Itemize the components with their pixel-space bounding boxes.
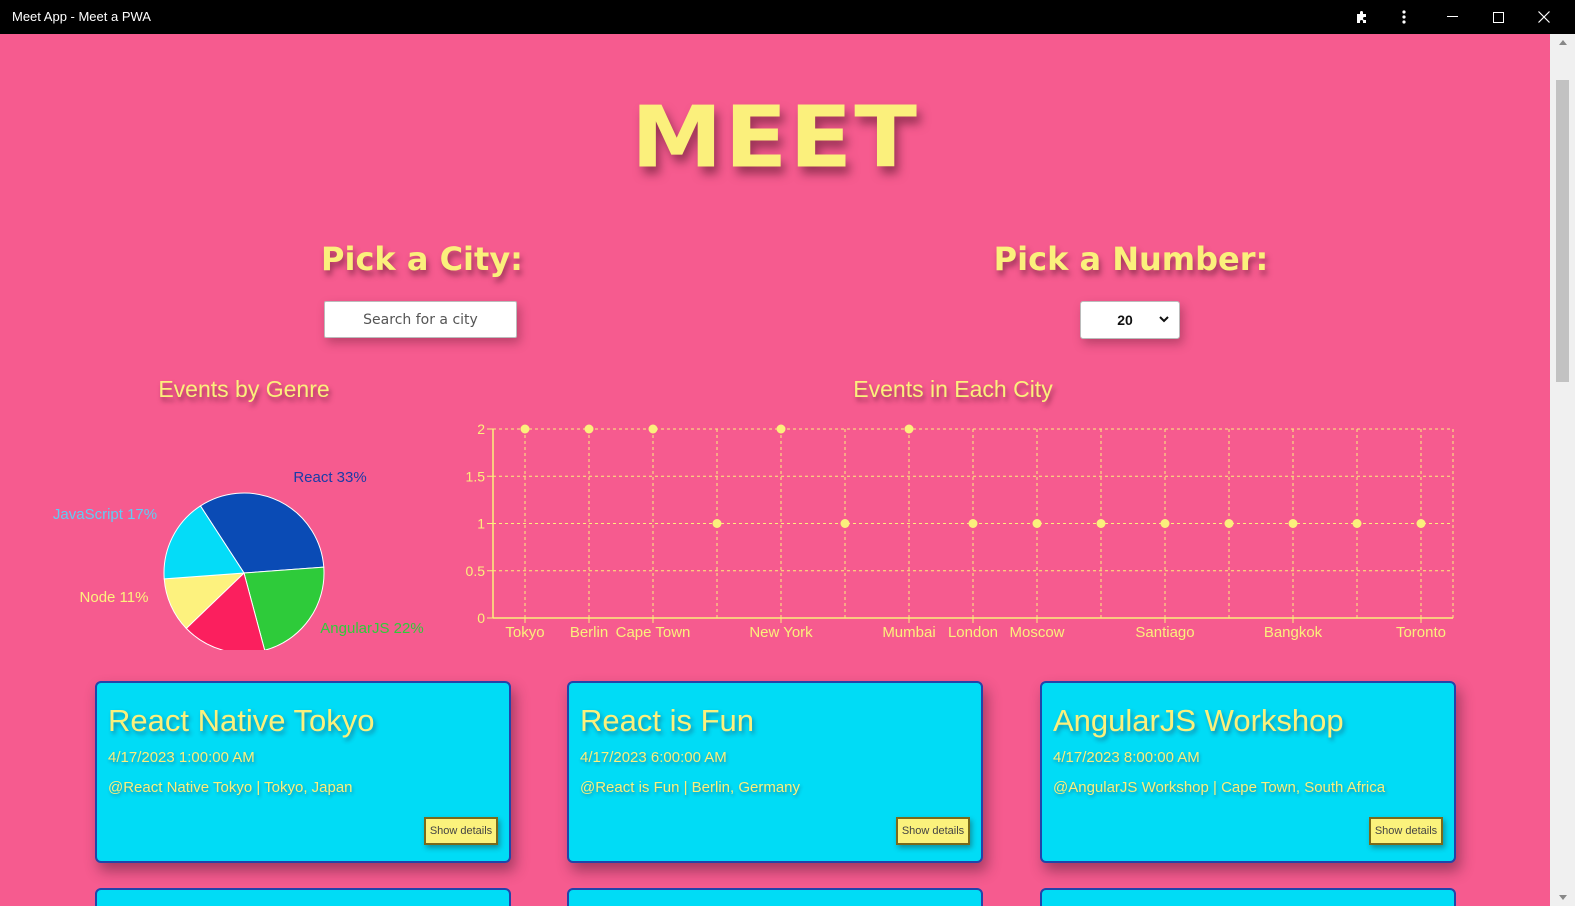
kebab-menu-icon[interactable] — [1382, 0, 1426, 34]
pie-label-angularjs: AngularJS 22% — [320, 620, 423, 637]
genre-chart-title: Events by Genre — [158, 376, 330, 402]
scatter-point — [1288, 519, 1298, 528]
scatter-point — [776, 424, 786, 434]
event-title: React Native Tokyo — [108, 703, 375, 738]
y-tick-label: 1 — [477, 516, 485, 532]
scatter-point — [1096, 519, 1106, 528]
event-date: 4/17/2023 1:00:00 AM — [108, 749, 255, 766]
city-search-input[interactable] — [324, 301, 517, 338]
show-details-button[interactable]: Show details — [1369, 817, 1443, 845]
pie-label-react: React 33% — [293, 469, 366, 486]
pie-label-javascript: JavaScript 17% — [53, 506, 157, 523]
minimize-icon[interactable] — [1430, 0, 1474, 34]
y-tick-label: 2 — [477, 421, 485, 437]
city-chart-title: Events in Each City — [853, 376, 1053, 402]
scatter-point — [520, 424, 530, 434]
scatter-point — [904, 424, 914, 434]
x-tick-label: London — [948, 624, 998, 641]
scatter-point — [840, 519, 850, 528]
x-tick-label: Toronto — [1396, 624, 1446, 641]
show-details-button[interactable]: Show details — [424, 817, 498, 845]
scatter-point — [1224, 519, 1234, 528]
x-tick-label: Bangkok — [1264, 624, 1323, 641]
x-tick-label: New York — [749, 624, 813, 641]
maximize-icon[interactable] — [1476, 0, 1520, 34]
x-tick-label: Mumbai — [882, 624, 935, 641]
scatter-point — [584, 424, 594, 434]
city-scatter-chart: 0 0.5 1 1.5 2 Tokyo Berlin Cape Town New York Mum… — [466, 421, 1454, 641]
event-title: React is Fun — [580, 703, 755, 738]
close-icon[interactable] — [1522, 0, 1566, 34]
event-card: React Native Tokyo 4/17/2023 1:00:00 AM … — [95, 681, 511, 863]
event-location: @AngularJS Workshop | Cape Town, South A… — [1053, 779, 1386, 796]
y-tick-label: 0 — [477, 610, 485, 626]
x-tick-label: Santiago — [1135, 624, 1194, 641]
scatter-point — [968, 519, 978, 528]
genre-pie-chart: React 33%AngularJS 22%jQuery 17%Node 11%… — [53, 469, 424, 650]
scrollbar-thumb[interactable] — [1556, 80, 1569, 382]
event-title: AngularJS Workshop — [1053, 703, 1344, 738]
x-tick-label: Cape Town — [616, 624, 691, 641]
event-date: 4/17/2023 6:00:00 AM — [580, 749, 727, 766]
app-logo: MEET — [631, 88, 919, 187]
x-tick-label: Moscow — [1009, 624, 1064, 641]
event-count-select[interactable]: 20 — [1080, 301, 1180, 339]
scatter-point — [712, 519, 722, 528]
city-picker-heading: Pick a City: — [321, 240, 523, 278]
app-content: MEET Pick a City: Pick a Number: 20 Even… — [0, 34, 1550, 906]
scatter-point — [1352, 519, 1362, 528]
window-titlebar: Meet App - Meet a PWA — [0, 0, 1575, 34]
puzzle-icon[interactable] — [1340, 0, 1384, 34]
scatter-point — [1032, 519, 1042, 528]
event-card-partial — [1040, 888, 1456, 906]
y-tick-label: 0.5 — [466, 563, 486, 579]
window-title: Meet App - Meet a PWA — [12, 9, 151, 24]
scroll-down-arrow-icon[interactable] — [1550, 889, 1575, 906]
event-card: React is Fun 4/17/2023 6:00:00 AM @React… — [567, 681, 983, 863]
x-tick-label: Berlin — [570, 624, 608, 641]
event-count-value: 20 — [1117, 312, 1133, 328]
event-card: AngularJS Workshop 4/17/2023 8:00:00 AM … — [1040, 681, 1456, 863]
event-card-partial — [567, 888, 983, 906]
scroll-up-arrow-icon[interactable] — [1550, 34, 1575, 51]
event-location: @React is Fun | Berlin, Germany — [580, 779, 801, 796]
scatter-point — [1160, 519, 1170, 528]
x-tick-label: Tokyo — [505, 624, 544, 641]
event-location: @React Native Tokyo | Tokyo, Japan — [108, 779, 353, 796]
vertical-scrollbar[interactable] — [1550, 34, 1575, 906]
number-picker-heading: Pick a Number: — [993, 240, 1269, 278]
event-card-partial — [95, 888, 511, 906]
scatter-point — [648, 424, 658, 434]
show-details-button[interactable]: Show details — [896, 817, 970, 845]
event-date: 4/17/2023 8:00:00 AM — [1053, 749, 1200, 766]
pie-label-node: Node 11% — [80, 589, 149, 606]
y-tick-label: 1.5 — [466, 468, 486, 484]
scatter-point — [1416, 519, 1426, 528]
chevron-down-icon — [1159, 316, 1169, 323]
